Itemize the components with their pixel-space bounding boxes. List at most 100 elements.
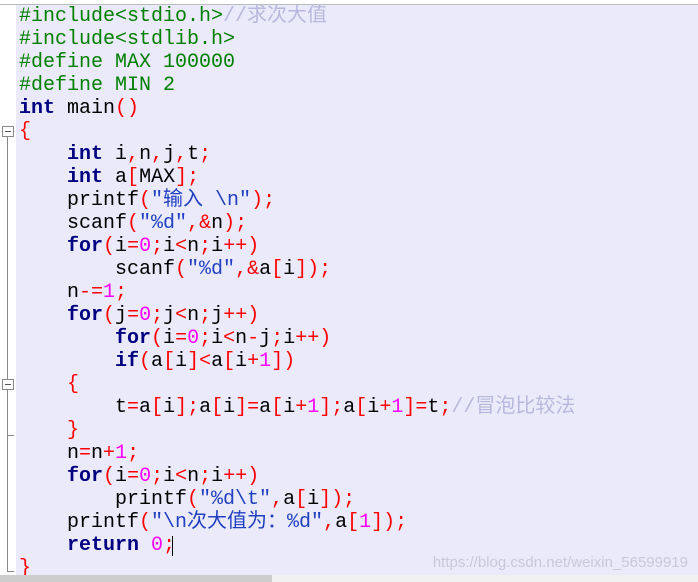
code-line: #define MAX 100000 [19, 51, 235, 74]
token-op: [ [271, 396, 284, 419]
token-op: ]; [319, 396, 344, 419]
token-op: ; [127, 442, 140, 465]
token-kw: int [67, 166, 104, 189]
token-str: "%d" [139, 212, 188, 235]
token-op: < [175, 235, 188, 258]
code-line: #include<stdio.h>//求次大值 [19, 5, 327, 28]
token-op: [ [271, 258, 284, 281]
token-id: j [259, 327, 272, 350]
token-cm: //求次大值 [223, 5, 328, 28]
token-op: ; [199, 304, 212, 327]
token-op: ++) [223, 235, 260, 258]
token-id [19, 166, 67, 189]
token-op: ; [151, 465, 164, 488]
fold-gutter [0, 5, 16, 575]
watermark: https://blog.csdn.net/weixin_56599919 [432, 554, 688, 571]
token-op: -= [79, 281, 104, 304]
code-line: int a[MAX]; [19, 166, 199, 189]
token-id [19, 350, 115, 373]
token-op: ]; [175, 166, 200, 189]
token-op: ; [199, 235, 212, 258]
token-op: ( [103, 304, 116, 327]
code-line: for(i=0;i<n;i++) [19, 465, 259, 488]
code-line: { [19, 120, 31, 143]
token-str: "%d\t" [199, 488, 272, 511]
token-id: a [259, 396, 272, 419]
token-op: , [127, 143, 140, 166]
code-line: } [19, 419, 79, 442]
horizontal-scrollbar[interactable] [0, 575, 698, 582]
code-line: printf("输入 \n"); [19, 189, 275, 212]
token-op: ++) [223, 304, 260, 327]
token-op: + [379, 396, 392, 419]
token-op: ( [187, 488, 200, 511]
token-id: i [163, 235, 176, 258]
code-line: for(i=0;i<n-j;i++) [19, 327, 331, 350]
token-id: n [211, 212, 224, 235]
token-num: 1 [307, 396, 320, 419]
token-num: 1 [115, 442, 128, 465]
fold-toggle-block[interactable] [2, 379, 14, 390]
token-id: i [211, 327, 224, 350]
token-id: scanf [19, 212, 128, 235]
code-line: for(j=0;j<n;j++) [19, 304, 259, 327]
token-op: < [175, 304, 188, 327]
token-num: 1 [359, 511, 372, 534]
token-op: < [223, 327, 236, 350]
token-op: ]); [295, 258, 332, 281]
token-kw: return [67, 534, 140, 557]
token-op: ); [223, 212, 248, 235]
token-op: - [247, 327, 260, 350]
text-caret [172, 536, 173, 556]
token-op: [ [223, 350, 236, 373]
token-id: i [211, 465, 224, 488]
token-op: } [67, 419, 80, 442]
token-op: ; [151, 304, 164, 327]
token-id: a [151, 350, 164, 373]
fold-toggle-main[interactable] [2, 126, 14, 137]
token-id: t [19, 396, 128, 419]
token-op: [ [163, 350, 176, 373]
token-id: n [187, 465, 200, 488]
code-line: scanf("%d",&a[i]); [19, 258, 331, 281]
token-op: + [295, 396, 308, 419]
token-id [19, 235, 67, 258]
token-id: j [211, 304, 224, 327]
token-id [19, 465, 67, 488]
code-line: #include<stdlib.h> [19, 28, 235, 51]
token-id: MAX [139, 166, 176, 189]
token-op: ]; [175, 396, 200, 419]
token-id: j [163, 143, 176, 166]
token-op: ]= [403, 396, 428, 419]
token-op: ( [127, 212, 140, 235]
token-num: 1 [103, 281, 116, 304]
token-op: ]); [319, 488, 356, 511]
code-line: n=n+1; [19, 442, 139, 465]
token-id: printf [19, 511, 140, 534]
token-id: n [187, 304, 200, 327]
token-op: ]< [187, 350, 212, 373]
token-op: ( [175, 258, 188, 281]
token-id [19, 373, 67, 396]
token-id: i [283, 258, 296, 281]
token-num: 1 [259, 350, 272, 373]
scrollbar-thumb[interactable] [0, 575, 272, 582]
token-id: a [343, 396, 356, 419]
token-id: i [115, 465, 128, 488]
token-id: j [163, 304, 176, 327]
token-id: i [163, 327, 176, 350]
token-op: ( [151, 327, 164, 350]
token-kw: for [67, 235, 104, 258]
token-id: i [103, 143, 128, 166]
token-op: , [151, 143, 164, 166]
token-id: i [283, 396, 296, 419]
token-id: printf [19, 488, 188, 511]
fold-line [7, 137, 8, 571]
token-op: ; [115, 281, 128, 304]
token-op: ); [251, 189, 276, 212]
token-kw: int [67, 143, 104, 166]
code-line: if(a[i]<a[i+1]) [19, 350, 295, 373]
token-op: ++) [223, 465, 260, 488]
token-id [19, 304, 67, 327]
token-op: ; [199, 465, 212, 488]
